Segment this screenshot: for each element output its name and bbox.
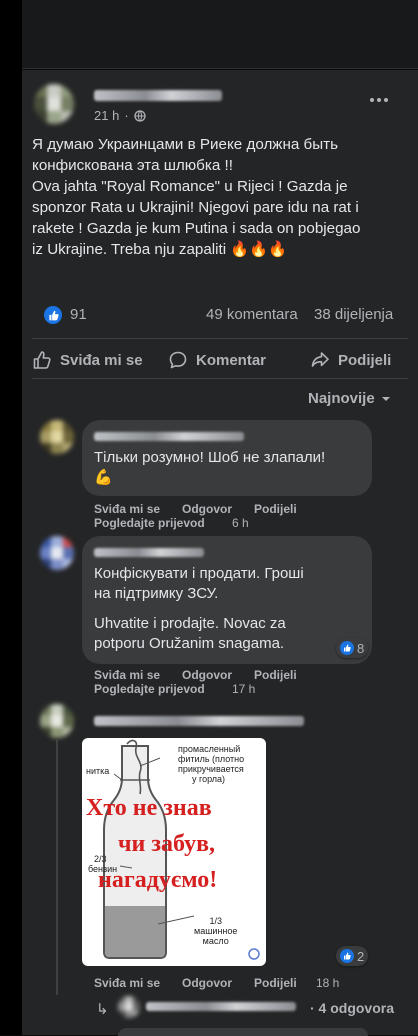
thread-label: нитка: [86, 766, 110, 776]
sort-dropdown[interactable]: Najnovije: [308, 390, 391, 407]
post-card: 21 h · Я думаю Украинцами в Риеке должна…: [22, 70, 418, 1036]
commenter-avatar[interactable]: [40, 420, 74, 454]
comment-reaction-badge[interactable]: 8: [336, 638, 369, 658]
comment-image[interactable]: промасленный фитиль (плотно прикручивает…: [82, 738, 266, 966]
comment-time[interactable]: 17 h: [232, 682, 255, 696]
comment-time[interactable]: 18 h: [316, 976, 339, 990]
comment-reaction-badge[interactable]: 2: [336, 946, 369, 966]
oil-label: 1/3 машинное масло: [194, 916, 238, 946]
left-edge: [0, 0, 22, 1035]
like-reaction-icon: [340, 641, 354, 655]
author-name[interactable]: [94, 90, 222, 101]
comment-text: Тільки розумно! Шоб не злапали!: [94, 449, 326, 466]
like-reaction-icon[interactable]: [44, 306, 62, 324]
comment-reply-link[interactable]: Odgovor: [182, 976, 232, 990]
caret-down-icon: [381, 396, 390, 401]
comment-button[interactable]: Komentar: [168, 350, 266, 370]
comment-bubble: Конфіскувати і продати. Гроші на підтрим…: [82, 536, 372, 664]
see-translation-link[interactable]: Pogledajte prijevod: [94, 516, 205, 530]
replier-name[interactable]: [146, 1002, 296, 1011]
comment-like-link[interactable]: Sviđa mi se: [94, 502, 160, 516]
post-time[interactable]: 21 h: [94, 108, 119, 123]
commenter-avatar[interactable]: [40, 704, 74, 738]
reply-arrow-icon: ↳: [96, 1001, 109, 1018]
comment-translation: Uhvatite i prodajte. Novac za potporu Or…: [94, 615, 286, 652]
like-reaction-icon: [340, 949, 354, 963]
comment-reply-link[interactable]: Odgovor: [182, 502, 232, 516]
view-replies-link[interactable]: · 4 odgovora: [310, 1000, 394, 1016]
post-meta: 21 h ·: [94, 108, 146, 123]
shares-count[interactable]: 38 dijeljenja: [314, 306, 393, 323]
reaction-count[interactable]: 91: [70, 306, 87, 323]
see-translation-link[interactable]: Pogledajte prijevod: [94, 682, 205, 696]
wick-label: промасленный фитиль (плотно прикручивает…: [178, 744, 245, 784]
comment-emoji: 💪: [94, 469, 113, 486]
share-button[interactable]: Podijeli: [310, 350, 391, 370]
comment-share-link[interactable]: Podijeli: [254, 668, 297, 682]
comment-text: Конфіскувати і продати. Гроші на підтрим…: [94, 565, 304, 602]
commenter-name[interactable]: [94, 548, 204, 557]
top-bar: [22, 0, 418, 69]
comment-share-link[interactable]: Podijeli: [254, 502, 297, 516]
comment-reply-link[interactable]: Odgovor: [182, 668, 232, 682]
author-avatar[interactable]: [34, 84, 74, 124]
comment-icon: [169, 351, 187, 369]
thumbs-up-icon: [33, 351, 51, 369]
comments-count[interactable]: 49 komentara: [206, 306, 298, 323]
comment-like-link[interactable]: Sviđa mi se: [94, 976, 160, 990]
gasoline-label: 2/3 бензин: [88, 854, 118, 874]
more-options-icon[interactable]: [370, 98, 388, 102]
image-headline: Хто не знав чи забув, нагадуємо!: [86, 795, 218, 893]
like-button[interactable]: Sviđa mi se: [32, 350, 143, 370]
commenter-name[interactable]: [94, 432, 244, 441]
comment-time[interactable]: 6 h: [232, 516, 249, 530]
commenter-avatar[interactable]: [40, 536, 74, 570]
comment-bubble: Тільки розумно! Шоб не злапали! 💪: [82, 420, 372, 496]
replier-avatar[interactable]: [118, 996, 140, 1018]
globe-icon: [134, 109, 146, 122]
share-icon: [311, 352, 329, 367]
comment-like-link[interactable]: Sviđa mi se: [94, 668, 160, 682]
divider: [32, 378, 408, 379]
commenter-name[interactable]: [94, 716, 304, 726]
post-text: Я думаю Украинцами в Риеке должна быть к…: [32, 136, 361, 258]
reply-thread-line: [56, 740, 58, 995]
comment-share-link[interactable]: Podijeli: [254, 976, 297, 990]
divider: [32, 338, 408, 339]
